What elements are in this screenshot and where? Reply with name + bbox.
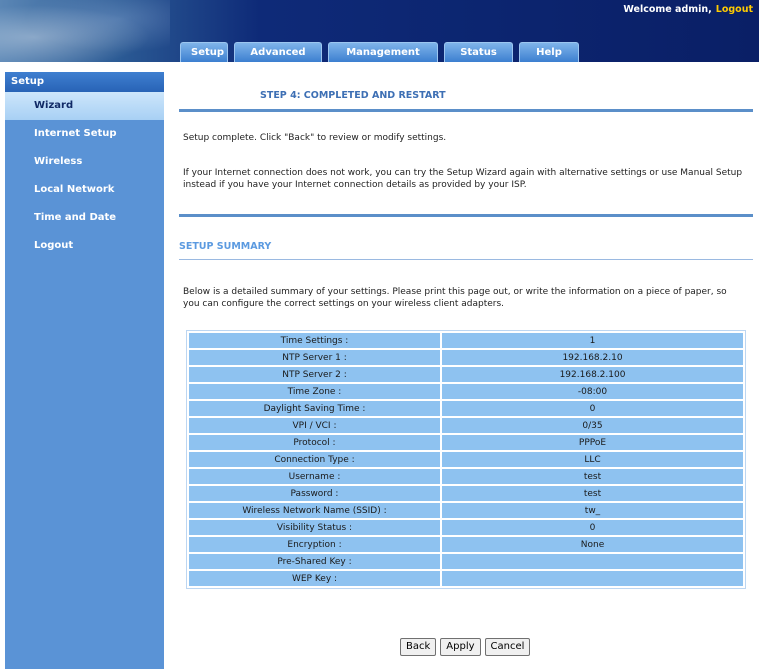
welcome-text: Welcome admin, — [623, 4, 712, 15]
row-value: 192.168.2.10 — [442, 350, 743, 365]
row-label: Connection Type : — [189, 452, 440, 467]
row-value: test — [442, 469, 743, 484]
sidebar-item-logout[interactable]: Logout — [5, 232, 164, 260]
row-value: 0 — [442, 520, 743, 535]
row-value: tw_ — [442, 503, 743, 518]
row-label: Daylight Saving Time : — [189, 401, 440, 416]
sidebar-item-local-network[interactable]: Local Network — [5, 176, 164, 204]
row-value: test — [442, 486, 743, 501]
header-banner: Welcome admin, Logout Setup Advanced Mana… — [0, 0, 759, 62]
row-label: Encryption : — [189, 537, 440, 552]
table-row: Protocol : PPPoE — [189, 435, 743, 450]
table-row: Time Zone : -08:00 — [189, 384, 743, 399]
table-row: Wireless Network Name (SSID) : tw_ — [189, 503, 743, 518]
table-row: Daylight Saving Time :0 — [189, 401, 743, 416]
summary-table: Time Settings :1 NTP Server 1 :192.168.2.… — [186, 330, 746, 589]
summary-description: Below is a detailed summary of your sett… — [183, 287, 727, 309]
cancel-button[interactable]: Cancel — [484, 638, 531, 656]
tab-help[interactable]: Help — [519, 42, 579, 62]
row-label: Protocol : — [189, 435, 440, 450]
table-row: NTP Server 1 :192.168.2.10 — [189, 350, 743, 365]
back-button[interactable]: Back — [400, 638, 437, 656]
complete-message: Setup complete. Click "Back" to review o… — [183, 133, 447, 143]
table-row: Time Settings :1 — [189, 333, 743, 348]
tab-management[interactable]: Management — [328, 42, 438, 62]
row-value: -08:00 — [442, 384, 743, 399]
tab-advanced[interactable]: Advanced — [234, 42, 322, 62]
row-value: None — [442, 537, 743, 552]
row-value — [442, 554, 743, 569]
top-tabs: Setup Advanced Management Status Help — [180, 42, 585, 62]
divider — [179, 259, 753, 260]
step-title: STEP 4: COMPLETED AND RESTART — [260, 90, 446, 101]
apply-button[interactable]: Apply — [440, 638, 481, 656]
sidebar-item-wizard[interactable]: Wizard — [5, 92, 164, 120]
row-label: Pre-Shared Key : — [189, 554, 440, 569]
welcome-message: Welcome admin, Logout — [623, 4, 753, 15]
sidebar-title: Setup — [5, 72, 164, 92]
sidebar-item-internet-setup[interactable]: Internet Setup — [5, 120, 164, 148]
row-label: Visibility Status : — [189, 520, 440, 535]
row-value: PPPoE — [442, 435, 743, 450]
row-label: VPI / VCI : — [189, 418, 440, 433]
tab-setup[interactable]: Setup — [180, 42, 228, 62]
table-row: Connection Type : LLC — [189, 452, 743, 467]
table-row: Pre-Shared Key : — [189, 554, 743, 569]
row-label: WEP Key : — [189, 571, 440, 586]
table-row: Encryption : None — [189, 537, 743, 552]
tab-status[interactable]: Status — [444, 42, 513, 62]
row-value: 0/35 — [442, 418, 743, 433]
divider — [179, 109, 753, 112]
table-row: Password : test — [189, 486, 743, 501]
sidebar-item-time-and-date[interactable]: Time and Date — [5, 204, 164, 232]
table-row: VPI / VCI :0/35 — [189, 418, 743, 433]
button-bar: Back Apply Cancel — [400, 638, 531, 656]
table-row: Username : test — [189, 469, 743, 484]
divider — [179, 214, 753, 217]
row-label: Time Zone : — [189, 384, 440, 399]
help-message: If your Internet connection does not wor… — [183, 168, 743, 190]
row-label: Username : — [189, 469, 440, 484]
row-label: Wireless Network Name (SSID) : — [189, 503, 440, 518]
table-row: Visibility Status :0 — [189, 520, 743, 535]
row-label: Password : — [189, 486, 440, 501]
row-value: 0 — [442, 401, 743, 416]
row-value: 1 — [442, 333, 743, 348]
row-value: LLC — [442, 452, 743, 467]
sidebar: Setup Wizard Internet Setup Wireless Loc… — [5, 72, 164, 669]
header-logo-art — [0, 0, 170, 62]
row-label: NTP Server 2 : — [189, 367, 440, 382]
sidebar-item-wireless[interactable]: Wireless — [5, 148, 164, 176]
row-label: NTP Server 1 : — [189, 350, 440, 365]
table-row: NTP Server 2 :192.168.2.100 — [189, 367, 743, 382]
row-value — [442, 571, 743, 586]
logout-link[interactable]: Logout — [716, 4, 753, 15]
table-row: WEP Key : — [189, 571, 743, 586]
row-label: Time Settings : — [189, 333, 440, 348]
main-content: STEP 4: COMPLETED AND RESTART Setup comp… — [164, 72, 759, 669]
row-value: 192.168.2.100 — [442, 367, 743, 382]
summary-title: SETUP SUMMARY — [179, 241, 272, 252]
